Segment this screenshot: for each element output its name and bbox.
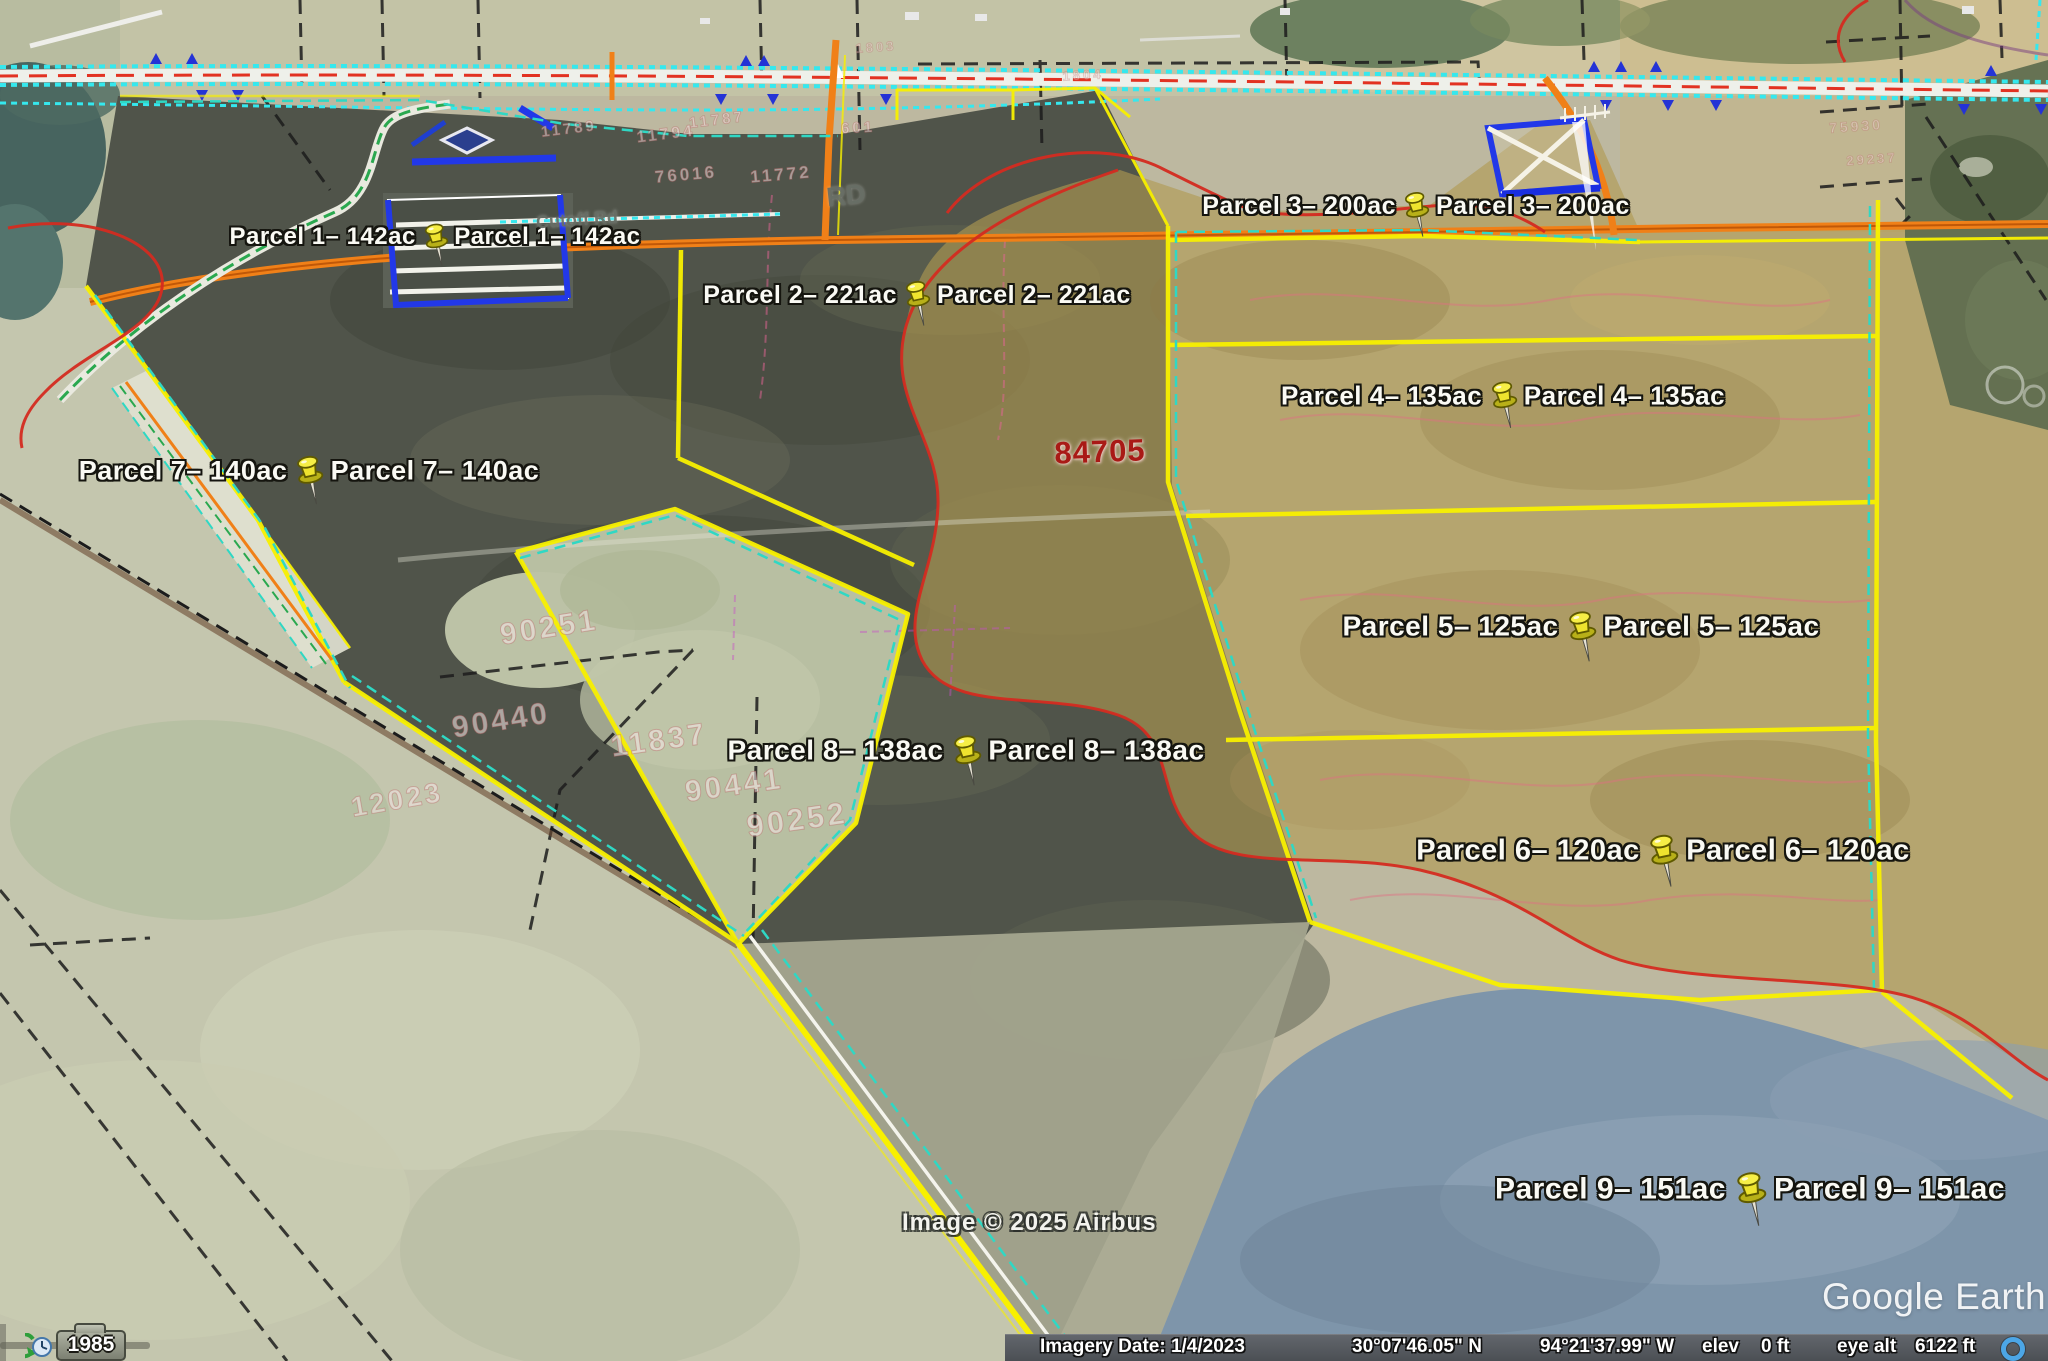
status-latitude: 30°07'46.05" N	[1352, 1336, 1482, 1358]
parcel-placemark-7[interactable]: Parcel 7– 140ac Parcel 7– 140ac	[79, 443, 540, 500]
parcel-label-text: Parcel 5– 125ac	[1603, 611, 1819, 643]
faded-parcel-number: 90441	[683, 762, 785, 809]
pushpin-icon[interactable]	[1560, 608, 1602, 667]
parcel-label-text: Parcel 1– 142ac	[229, 223, 415, 251]
parcel-label-text: Parcel 2– 221ac	[937, 281, 1131, 310]
parcel-placemark-9[interactable]: Parcel 9– 151ac Parcel 9– 151ac	[1495, 1158, 2005, 1221]
parcel-label-text: Parcel 8– 138ac	[988, 735, 1204, 767]
faded-parcel-number: 29237	[1846, 150, 1898, 169]
parcel-label-text: Parcel 7– 140ac	[331, 456, 540, 487]
pushpin-icon[interactable]	[945, 732, 987, 791]
parcel-label-text: Parcel 2– 221ac	[703, 281, 897, 310]
faded-parcel-number: 11789	[540, 117, 598, 141]
status-elev-label: elev	[1702, 1336, 1739, 1358]
status-eye-alt-value: 6122 ft	[1915, 1336, 1975, 1358]
placemark-layer: Parcel 1– 142acParcel 1– 142acParcel 2– …	[0, 0, 2048, 1361]
parcel-placemark-8[interactable]: Parcel 8– 138ac Parcel 8– 138ac	[727, 722, 1204, 781]
streaming-indicator-icon	[2001, 1337, 2025, 1361]
faded-parcel-number: 11837	[609, 717, 710, 764]
google-earth-watermark: Google Earth	[1822, 1276, 2046, 1318]
status-eye-alt-label: eye alt	[1837, 1336, 1896, 1358]
parcel-label-text: Parcel 9– 151ac	[1774, 1172, 2005, 1206]
pushpin-icon[interactable]	[1397, 189, 1435, 242]
historical-imagery-year-button[interactable]: 1985	[56, 1330, 126, 1361]
parcel-label-text: Parcel 4– 135ac	[1281, 381, 1482, 412]
status-longitude: 94°21'37.99" W	[1540, 1336, 1674, 1358]
faded-parcel-number: 76016	[654, 162, 718, 187]
parcel-label-text: Parcel 3– 200ac	[1202, 192, 1396, 221]
faded-parcel-number: 90440	[450, 697, 553, 746]
parcel-placemark-3[interactable]: Parcel 3– 200ac Parcel 3– 200ac	[1202, 180, 1630, 233]
faded-parcel-number: 1803	[855, 38, 897, 56]
parcel-placemark-2[interactable]: Parcel 2– 221ac Parcel 2– 221ac	[703, 269, 1131, 322]
faded-parcel-number: 11794	[636, 122, 696, 147]
parcel-label-text: Parcel 3– 200ac	[1436, 192, 1630, 221]
parcel-label-text: Parcel 7– 140ac	[79, 456, 288, 487]
parcel-label-text: Parcel 5– 125ac	[1342, 611, 1558, 643]
parcel-placemark-5[interactable]: Parcel 5– 125ac Parcel 5– 125ac	[1342, 598, 1819, 657]
google-earth-viewport[interactable]: Parcel 1– 142acParcel 1– 142acParcel 2– …	[0, 0, 2048, 1361]
faded-parcel-number: 1804	[1062, 66, 1104, 83]
pushpin-icon[interactable]	[1728, 1169, 1773, 1232]
pushpin-icon[interactable]	[898, 278, 936, 331]
faded-parcel-number: 90251	[498, 604, 601, 653]
parcel-label-text: Parcel 4– 135ac	[1524, 381, 1725, 412]
road-name-label: RD	[825, 179, 867, 214]
status-bar: Imagery Date: 1/4/2023 30°07'46.05" N 94…	[1005, 1334, 2048, 1361]
historical-imagery-clock-icon[interactable]	[25, 1333, 55, 1361]
parcel-label-text: Parcel 6– 120ac	[1416, 834, 1640, 867]
parcel-placemark-4[interactable]: Parcel 4– 135ac Parcel 4– 135ac	[1281, 369, 1725, 424]
pushpin-icon[interactable]	[289, 453, 330, 510]
faded-parcel-number: 601	[841, 119, 876, 138]
parcel-placemark-6[interactable]: Parcel 6– 120ac Parcel 6– 120ac	[1416, 821, 1910, 882]
status-imagery-date: Imagery Date: 1/4/2023	[1040, 1336, 1245, 1358]
status-elev-value: 0 ft	[1761, 1336, 1790, 1358]
pushpin-icon[interactable]	[1484, 379, 1523, 434]
faded-parcel-number: 11772	[750, 162, 813, 187]
pushpin-icon[interactable]	[417, 221, 453, 271]
faded-parcel-number: 75930	[1829, 116, 1884, 136]
parcel-label-text: Parcel 9– 151ac	[1495, 1172, 1726, 1206]
pushpin-icon[interactable]	[1641, 832, 1685, 893]
faded-parcel-number: 12023	[348, 776, 445, 824]
parcel-label-text: Parcel 8– 138ac	[727, 735, 943, 767]
imagery-credit: Image © 2025 Airbus	[902, 1209, 1157, 1237]
faded-parcel-number: 11787	[688, 108, 746, 132]
faded-parcel-number: 90252	[744, 795, 849, 845]
parcel-label-text: Parcel 6– 120ac	[1686, 834, 1910, 867]
